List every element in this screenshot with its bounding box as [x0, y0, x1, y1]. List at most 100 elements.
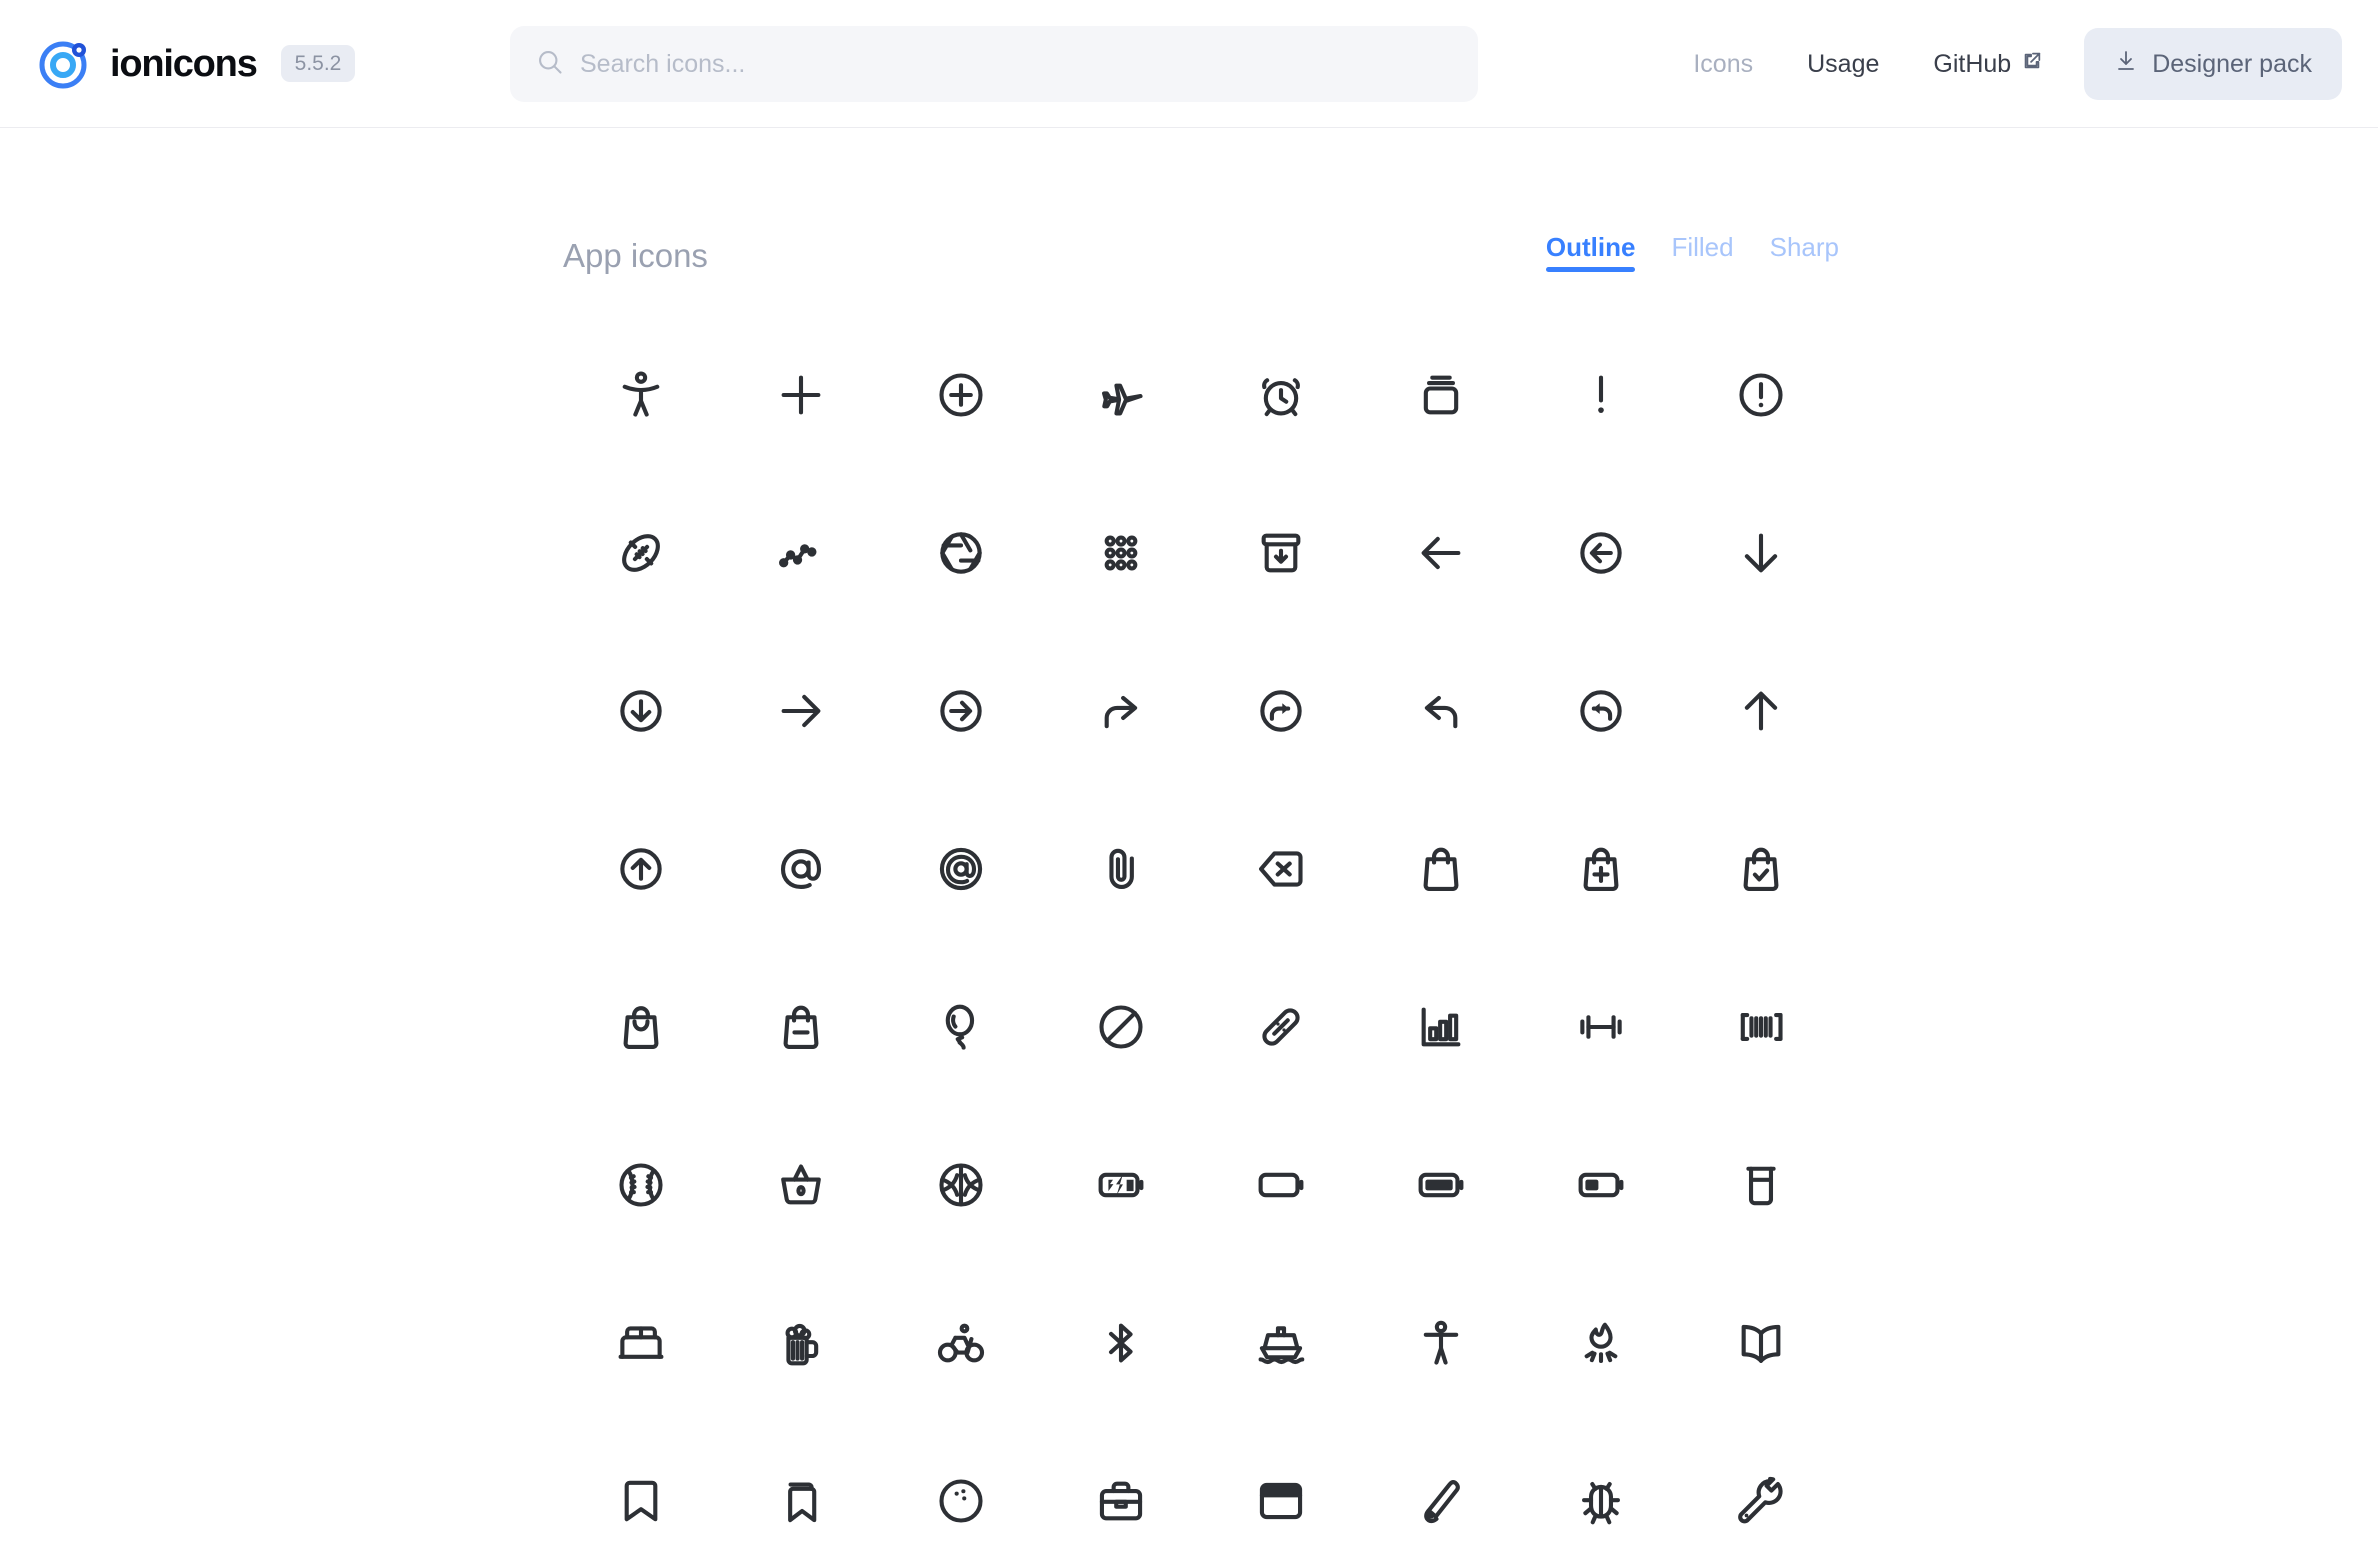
tab-outline[interactable]: Outline — [1545, 234, 1635, 272]
bag-remove-icon-cell[interactable] — [721, 948, 881, 1106]
baseball-icon — [619, 1163, 663, 1207]
icon-grid — [561, 316, 1841, 1562]
beer-icon — [785, 1323, 819, 1366]
briefcase-icon-cell[interactable] — [1041, 1422, 1201, 1562]
bicycle-icon-cell[interactable] — [881, 1264, 1041, 1422]
arrow-up-icon — [1744, 691, 1778, 731]
add-icon-cell[interactable] — [721, 316, 881, 474]
arrow-down-icon-cell[interactable] — [1681, 474, 1841, 632]
brand[interactable]: ionicons 5.5.2 — [36, 36, 356, 92]
add-circle-icon-cell[interactable] — [881, 316, 1041, 474]
bookmark-icon-cell[interactable] — [561, 1422, 721, 1562]
bed-icon-cell[interactable] — [561, 1264, 721, 1422]
american-football-icon — [622, 534, 660, 572]
bookmarks-icon-cell[interactable] — [721, 1422, 881, 1562]
main-nav: Icons Usage GitHub Designer pack — [1666, 0, 2342, 128]
alert-circle-icon-cell[interactable] — [1681, 316, 1841, 474]
archive-icon-cell[interactable] — [1201, 474, 1361, 632]
arrow-up-circle-icon-cell[interactable] — [561, 790, 721, 948]
beer-icon-cell[interactable] — [721, 1264, 881, 1422]
download-icon — [2114, 49, 2138, 80]
bowling-ball-icon-cell[interactable] — [881, 1422, 1041, 1562]
barbell-icon-cell[interactable] — [1521, 948, 1681, 1106]
bug-icon-cell[interactable] — [1521, 1422, 1681, 1562]
arrow-undo-circle-icon — [1580, 690, 1622, 732]
basketball-icon-cell[interactable] — [881, 1106, 1041, 1264]
bluetooth-icon-cell[interactable] — [1041, 1264, 1201, 1422]
brush-icon-cell[interactable] — [1361, 1422, 1521, 1562]
basket-icon — [781, 1164, 821, 1205]
arrow-back-icon-cell[interactable] — [1361, 474, 1521, 632]
bag-check-icon — [1743, 847, 1779, 891]
alert-icon-cell[interactable] — [1521, 316, 1681, 474]
apps-icon-cell[interactable] — [1041, 474, 1201, 632]
battery-charging-icon-cell[interactable] — [1041, 1106, 1201, 1264]
designer-pack-label: Designer pack — [2152, 49, 2312, 78]
ban-icon-cell[interactable] — [1041, 948, 1201, 1106]
balloon-icon-cell[interactable] — [881, 948, 1041, 1106]
search-input[interactable] — [580, 49, 1452, 79]
ionicons-logo-icon — [36, 36, 92, 92]
build-icon-cell[interactable] — [1681, 1422, 1841, 1562]
american-football-icon-cell[interactable] — [561, 474, 721, 632]
albums-icon-cell[interactable] — [1361, 316, 1521, 474]
analytics-icon-cell[interactable] — [721, 474, 881, 632]
arrow-back-icon — [1421, 536, 1461, 570]
body-icon-cell[interactable] — [1361, 1264, 1521, 1422]
tab-filled[interactable]: Filled — [1671, 234, 1733, 272]
accessibility-icon-cell[interactable] — [561, 316, 721, 474]
bag-add-icon-cell[interactable] — [1521, 790, 1681, 948]
arrow-undo-icon — [1424, 695, 1458, 729]
arrow-undo-icon-cell[interactable] — [1361, 632, 1521, 790]
bag-check-icon-cell[interactable] — [1681, 790, 1841, 948]
nav-item-github[interactable]: GitHub — [1906, 50, 2070, 79]
bag-handle-icon — [623, 1006, 659, 1049]
at-circle-icon-cell[interactable] — [881, 790, 1041, 948]
arrow-redo-circle-icon-cell[interactable] — [1201, 632, 1361, 790]
arrow-forward-icon-cell[interactable] — [721, 632, 881, 790]
bar-chart-icon-cell[interactable] — [1361, 948, 1521, 1106]
aperture-icon-cell[interactable] — [881, 474, 1041, 632]
arrow-down-circle-icon-cell[interactable] — [561, 632, 721, 790]
at-icon-cell[interactable] — [721, 790, 881, 948]
bag-handle-icon-cell[interactable] — [561, 948, 721, 1106]
barcode-icon-cell[interactable] — [1681, 948, 1841, 1106]
arrow-undo-circle-icon-cell[interactable] — [1521, 632, 1681, 790]
version-badge: 5.5.2 — [280, 45, 356, 82]
arrow-down-icon — [1744, 533, 1778, 573]
search-bar[interactable] — [510, 26, 1478, 102]
beaker-icon-cell[interactable] — [1681, 1106, 1841, 1264]
bag-add-icon — [1583, 847, 1619, 891]
alert-circle-icon — [1739, 373, 1783, 417]
boat-icon-cell[interactable] — [1201, 1264, 1361, 1422]
arrow-redo-icon-cell[interactable] — [1041, 632, 1201, 790]
baseball-icon-cell[interactable] — [561, 1106, 721, 1264]
accessibility-icon — [622, 371, 660, 417]
battery-half-icon-cell[interactable] — [1521, 1106, 1681, 1264]
designer-pack-button[interactable]: Designer pack — [2084, 28, 2342, 100]
alarm-icon-cell[interactable] — [1201, 316, 1361, 474]
backspace-icon-cell[interactable] — [1201, 790, 1361, 948]
book-icon-cell[interactable] — [1681, 1264, 1841, 1422]
bandage-icon-cell[interactable] — [1201, 948, 1361, 1106]
arrow-up-icon-cell[interactable] — [1681, 632, 1841, 790]
attach-icon-cell[interactable] — [1041, 790, 1201, 948]
arrow-forward-icon — [781, 694, 821, 728]
book-icon — [1741, 1324, 1781, 1363]
browsers-icon-cell[interactable] — [1201, 1422, 1361, 1562]
nav-item-usage[interactable]: Usage — [1780, 50, 1906, 79]
battery-full-icon-cell[interactable] — [1361, 1106, 1521, 1264]
battery-dead-icon-cell[interactable] — [1201, 1106, 1361, 1264]
arrow-forward-circle-icon-cell[interactable] — [881, 632, 1041, 790]
airplane-icon-cell[interactable] — [1041, 316, 1201, 474]
bug-icon — [1582, 1482, 1620, 1525]
bonfire-icon-cell[interactable] — [1521, 1264, 1681, 1422]
archive-icon — [1261, 533, 1301, 573]
arrow-back-circle-icon-cell[interactable] — [1521, 474, 1681, 632]
bluetooth-icon — [1108, 1323, 1133, 1363]
tab-sharp[interactable]: Sharp — [1770, 234, 1839, 272]
nav-item-icons[interactable]: Icons — [1666, 50, 1780, 79]
alert-icon — [1598, 375, 1604, 413]
basket-icon-cell[interactable] — [721, 1106, 881, 1264]
bag-icon-cell[interactable] — [1361, 790, 1521, 948]
